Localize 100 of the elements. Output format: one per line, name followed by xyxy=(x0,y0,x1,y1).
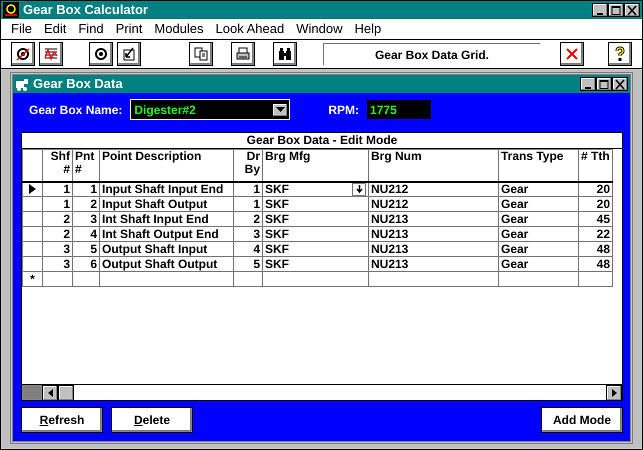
table-cell: NU212 xyxy=(371,182,408,196)
chart-icon xyxy=(43,46,59,62)
menu-item[interactable]: Look Ahead xyxy=(210,19,290,39)
close-button[interactable] xyxy=(612,77,628,91)
table-cell: 20 xyxy=(596,182,610,196)
copy-icon xyxy=(193,46,209,62)
dropdown-button[interactable] xyxy=(352,182,366,196)
toolbar-button[interactable] xyxy=(117,42,141,66)
column-header[interactable]: # Tth xyxy=(578,150,612,182)
table-cell: SKF xyxy=(265,198,289,210)
status-text: Gear Box Data Grid. xyxy=(323,43,540,65)
toolbar-button[interactable] xyxy=(39,42,63,66)
column-header[interactable]: Brg Mfg xyxy=(262,150,368,182)
table-cell: NU213 xyxy=(371,258,408,270)
table-cell: Input Shaft Output xyxy=(102,198,208,210)
menu-item[interactable]: Find xyxy=(72,19,110,39)
left-arrow-icon xyxy=(48,389,52,397)
column-header[interactable]: Brg Num xyxy=(368,150,498,182)
table-cell: 2 xyxy=(63,228,70,240)
gear-box-name-dropdown[interactable]: Digester#2 xyxy=(130,99,290,120)
column-header[interactable]: Point Description xyxy=(100,150,234,182)
table-cell: 3 xyxy=(63,242,70,256)
field-label: Gear Box Name: xyxy=(29,102,122,118)
column-header[interactable]: Dr By xyxy=(234,150,262,182)
maximize-icon xyxy=(610,4,622,16)
table-cell: NU213 xyxy=(371,228,408,240)
table-cell: 1 xyxy=(90,182,97,196)
field-label: RPM: xyxy=(328,102,360,118)
maximize-button[interactable] xyxy=(608,3,624,17)
close-button[interactable] xyxy=(624,3,640,17)
table-cell: 3 xyxy=(63,258,70,270)
table-cell: 6 xyxy=(90,258,97,270)
column-header[interactable]: Pnt # xyxy=(72,150,100,182)
table-cell: 3 xyxy=(90,212,97,226)
window-title: Gear Box Data xyxy=(33,75,123,94)
action-button[interactable]: Refresh xyxy=(21,407,103,433)
table-cell: SKF xyxy=(265,258,289,270)
menu-item[interactable]: Edit xyxy=(38,19,72,39)
table-cell: SKF xyxy=(265,182,289,196)
scroll-right-button[interactable] xyxy=(606,385,622,401)
table-cell: NU213 xyxy=(371,212,408,226)
binoculars-icon xyxy=(277,46,293,62)
minimize-icon xyxy=(597,12,603,14)
table-cell: 1 xyxy=(253,198,260,210)
table-cell: 48 xyxy=(596,242,610,256)
help-button[interactable] xyxy=(608,42,632,66)
minimize-button[interactable] xyxy=(592,3,608,17)
table-cell: 2 xyxy=(63,212,70,226)
menu-item[interactable]: Window xyxy=(290,19,348,39)
maximize-button[interactable] xyxy=(596,77,612,91)
table-cell: SKF xyxy=(265,228,289,240)
grid-title: Gear Box Data - Edit Mode xyxy=(22,133,622,149)
action-button[interactable]: Delete xyxy=(111,407,193,433)
rpm-field[interactable]: 1775 xyxy=(367,100,432,119)
table-cell: 2 xyxy=(253,212,260,226)
close-icon xyxy=(626,4,638,16)
table-cell: 48 xyxy=(596,258,610,270)
menu-item[interactable]: File xyxy=(5,19,38,39)
maximize-icon xyxy=(598,78,610,90)
column-header[interactable]: Trans Type xyxy=(498,150,578,182)
table-cell: Gear xyxy=(501,182,528,196)
table-cell: SKF xyxy=(265,242,289,256)
close-icon xyxy=(564,46,580,62)
minimize-button[interactable] xyxy=(580,77,596,91)
gear-icon xyxy=(93,46,109,62)
menu-item[interactable]: Print xyxy=(110,19,148,39)
table-cell: 5 xyxy=(253,258,260,270)
table-cell: Output Shaft Output xyxy=(102,258,218,270)
toolbar-button[interactable] xyxy=(189,42,213,66)
toolbar-button[interactable] xyxy=(11,42,35,66)
close-icon xyxy=(614,78,626,90)
menu-item[interactable]: Help xyxy=(348,19,388,39)
table-cell: Int Shaft Input End xyxy=(102,212,209,226)
scroll-thumb[interactable] xyxy=(58,385,74,401)
cancel-button[interactable] xyxy=(560,42,584,66)
table-cell: 2 xyxy=(90,198,97,210)
down-arrow-icon xyxy=(356,185,362,194)
table-cell: Gear xyxy=(501,198,528,210)
toolbar-button[interactable] xyxy=(89,42,113,66)
column-header[interactable]: Shf # xyxy=(42,150,72,182)
scroll-left-button[interactable] xyxy=(42,385,58,401)
minimize-icon xyxy=(585,86,591,88)
table-cell: Gear xyxy=(501,242,528,256)
table-cell: Input Shaft Input End xyxy=(102,182,224,196)
table-cell: Gear xyxy=(501,228,528,240)
printer-icon xyxy=(235,46,251,62)
table-cell: Gear xyxy=(501,212,528,226)
table-cell: Output Shaft Input xyxy=(102,242,208,256)
scrollbar-corner xyxy=(22,385,42,400)
menu-item[interactable]: Modules xyxy=(148,19,210,39)
table-cell: 45 xyxy=(596,212,610,226)
action-button[interactable]: Add Mode xyxy=(541,407,623,433)
table-cell: 3 xyxy=(253,228,260,240)
machine-icon xyxy=(15,77,29,91)
toolbar-button[interactable] xyxy=(273,42,297,66)
dropdown-arrow-icon xyxy=(276,106,285,112)
toolbar-button[interactable] xyxy=(231,42,255,66)
table-cell: 5 xyxy=(90,242,97,256)
table-cell: Int Shaft Output End xyxy=(102,228,219,240)
table-cell: 4 xyxy=(90,228,97,240)
